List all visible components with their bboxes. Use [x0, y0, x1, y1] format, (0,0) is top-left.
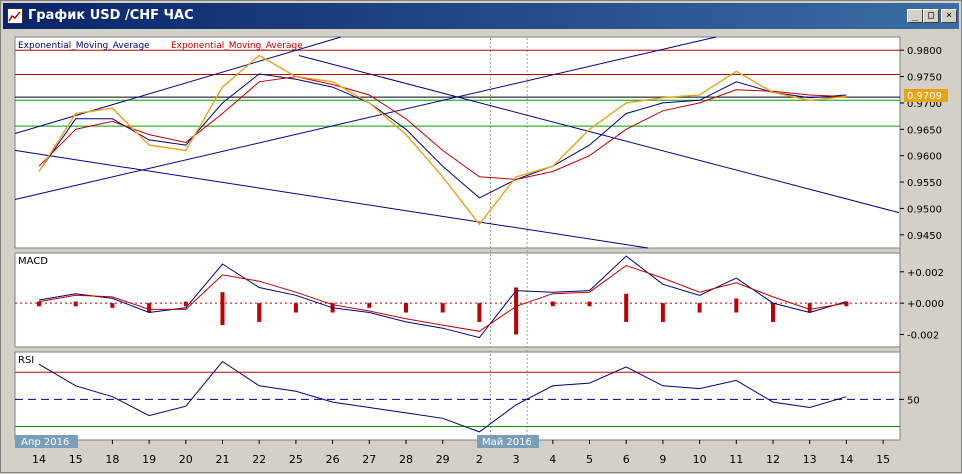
x-tick-label-9: 27: [362, 453, 376, 466]
macd-histogram-bar-5: [220, 292, 225, 326]
price-tick-label-6: 0.9500: [907, 204, 942, 215]
x-tick-label-12: 2: [476, 453, 483, 466]
price-panel: [14, 36, 901, 249]
macd-histogram-bar-18: [697, 303, 702, 313]
x-tick-label-7: 25: [289, 453, 303, 466]
macd-histogram-bar-19: [734, 298, 739, 313]
macd-histogram-bar-7: [293, 303, 298, 313]
macd-tick-label-2: -0.002: [907, 330, 939, 341]
x-tick-label-21: 13: [803, 453, 817, 466]
macd-histogram-bar-15: [587, 301, 592, 307]
x-tick-label-6: 22: [252, 453, 266, 466]
x-tick-label-2: 18: [105, 453, 119, 466]
macd-panel: [14, 252, 901, 348]
chart-window: График USD /CHF ЧАС _ □ × 0.9800 0.9750 0.…: [0, 0, 962, 473]
x-tick-label-1: 15: [69, 453, 83, 466]
macd-histogram-bar-20: [771, 303, 775, 322]
x-tick-label-14: 4: [549, 453, 556, 466]
macd-histogram-bar-11: [440, 303, 445, 313]
x-tick-label-18: 10: [693, 453, 707, 466]
macd-histogram-bar-21: [807, 303, 812, 313]
x-tick-label-4: 20: [179, 453, 193, 466]
price-tick-label-7: 0.9450: [907, 231, 942, 242]
macd-histogram-bar-17: [660, 303, 665, 322]
x-tick-label-23: 15: [876, 453, 890, 466]
ema-slow-legend: Exponential_Moving_Average: [171, 41, 303, 51]
rsi-tick-label-0: 50: [907, 395, 920, 406]
macd-histogram-bar-0: [37, 301, 41, 307]
price-tick-label-0: 0.9800: [907, 46, 942, 57]
ema-fast-legend: Exponential_Moving_Average: [18, 41, 150, 51]
x-tick-label-8: 26: [326, 453, 340, 466]
macd-histogram-bar-13: [514, 287, 519, 335]
x-tick-label-5: 21: [216, 453, 230, 466]
x-tick-label-11: 29: [436, 453, 450, 466]
month-label-may: Май 2016: [482, 437, 532, 448]
macd-histogram-bar-1: [73, 301, 78, 307]
macd-histogram-bar-14: [550, 301, 555, 307]
macd-histogram-bar-10: [404, 303, 408, 313]
x-tick-label-20: 12: [766, 453, 780, 466]
price-tick-label-4: 0.9600: [907, 152, 942, 163]
month-label-apr: Апр 2016: [21, 437, 69, 448]
x-tick-label-3: 19: [142, 453, 156, 466]
x-tick-label-16: 6: [623, 453, 630, 466]
x-tick-label-15: 5: [586, 453, 593, 466]
macd-histogram-bar-2: [110, 303, 115, 308]
macd-tick-label-0: +0.002: [907, 268, 944, 279]
price-tick-label-3: 0.9650: [907, 125, 942, 136]
chart-canvas[interactable]: 0.98000.97500.97000.96500.96000.95500.95…: [1, 1, 962, 474]
x-tick-label-19: 11: [729, 453, 743, 466]
macd-legend: MACD: [18, 256, 48, 267]
x-tick-label-22: 14: [839, 453, 853, 466]
macd-tick-label-1: +0.000: [907, 299, 944, 310]
price-tick-label-5: 0.9550: [907, 178, 942, 189]
macd-histogram-bar-6: [257, 303, 262, 322]
x-tick-label-13: 3: [513, 453, 520, 466]
macd-histogram-bar-3: [147, 303, 152, 313]
x-tick-label-10: 28: [399, 453, 413, 466]
rsi-legend: RSI: [18, 355, 34, 366]
macd-histogram-bar-12: [477, 303, 482, 322]
macd-histogram-bar-16: [624, 293, 629, 322]
x-tick-label-0: 14: [32, 453, 46, 466]
macd-histogram-bar-9: [367, 303, 372, 308]
x-tick-label-17: 9: [659, 453, 666, 466]
current-price-label: 0.9709: [907, 91, 942, 102]
price-tick-label-1: 0.9750: [907, 73, 942, 84]
